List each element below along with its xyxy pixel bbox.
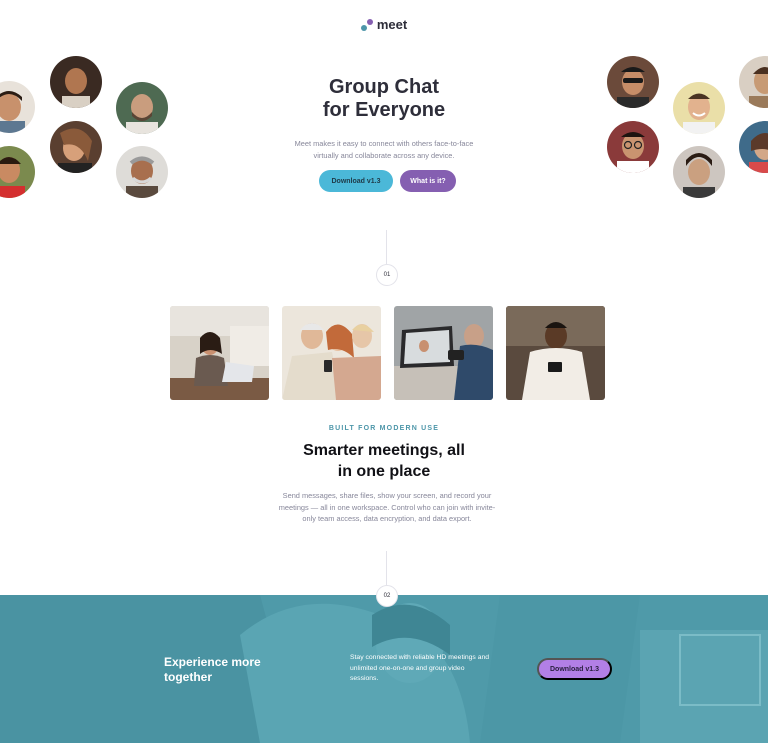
man-phone-photo — [506, 306, 605, 400]
banner-title-line1: Experience more — [164, 655, 261, 669]
features-eyebrow: BUILT FOR MODERN USE — [328, 425, 440, 432]
cta-banner: Experience more together Stay connected … — [0, 595, 768, 743]
features-description: Send messages, share files, show your sc… — [278, 491, 496, 523]
avatar-man-dark-hair — [673, 146, 725, 198]
logo[interactable]: meet — [0, 17, 768, 32]
man-video-call-photo — [394, 306, 493, 400]
hero-title-line1: Group Chat — [329, 76, 439, 98]
step-02-badge: 02 — [376, 585, 398, 607]
what-is-it-button[interactable]: What is it? — [400, 170, 456, 192]
features-title-line2: in one place — [337, 463, 431, 480]
hero-title-line2: for Everyone — [322, 99, 446, 121]
logo-mark-icon — [360, 18, 373, 32]
logo-text: meet — [376, 17, 408, 32]
banner-title: Experience more together — [164, 655, 294, 685]
divider-line-2 — [386, 551, 387, 585]
avatar-woman-edge — [739, 121, 768, 173]
banner-description: Stay connected with reliable HD meetings… — [350, 654, 490, 682]
women-phone-photo — [282, 306, 381, 400]
hero-description: Meet makes it easy to connect with other… — [294, 139, 474, 160]
divider-line — [386, 230, 387, 264]
avatar-older-man — [116, 146, 168, 198]
woman-laptop-photo — [170, 306, 269, 400]
avatar-man-glasses — [607, 121, 659, 173]
features-title: Smarter meetings, all in one place — [0, 440, 768, 482]
hero-title: Group Chat for Everyone — [0, 76, 768, 122]
features-title-line1: Smarter meetings, all — [303, 442, 465, 459]
download-button[interactable]: Download v1.3 — [319, 170, 393, 192]
banner-title-line2: together — [164, 670, 212, 684]
avatar-woman-laughing — [50, 121, 102, 173]
avatar-man-red-shirt — [0, 146, 35, 198]
step-01-badge: 01 — [376, 264, 398, 286]
banner-download-button[interactable]: Download v1.3 — [537, 658, 612, 680]
